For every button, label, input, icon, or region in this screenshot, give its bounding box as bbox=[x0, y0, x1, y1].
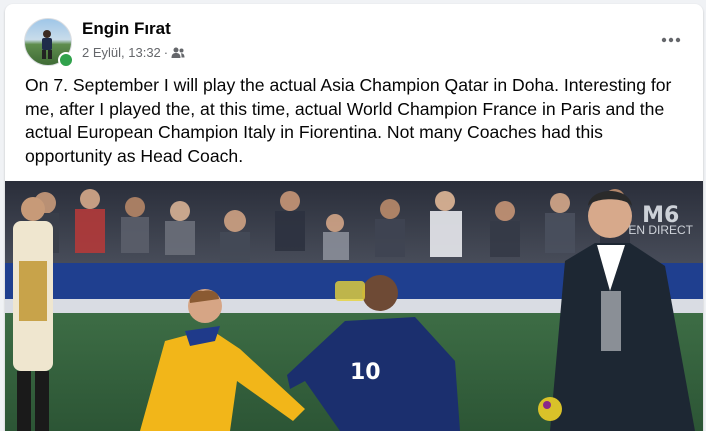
friends-icon[interactable] bbox=[171, 47, 185, 59]
football-match-image: 10 bbox=[5, 181, 703, 431]
online-status-dot bbox=[58, 52, 74, 68]
post-meta: 2 Eylül, 13:32 · bbox=[82, 45, 185, 60]
author-name[interactable]: Engin Fırat bbox=[82, 19, 171, 39]
broadcast-watermark: M6 EN DIRECT bbox=[628, 203, 693, 238]
post-timestamp[interactable]: 2 Eylül, 13:32 bbox=[82, 45, 161, 60]
post-body-text: On 7. September I will play the actual A… bbox=[25, 75, 672, 166]
meta-separator: · bbox=[163, 45, 169, 60]
channel-logo: M6 bbox=[642, 203, 680, 228]
jersey-number: 10 bbox=[350, 360, 381, 385]
avatar-person-figure bbox=[42, 30, 52, 59]
more-options-button[interactable] bbox=[653, 26, 689, 54]
more-options-icon bbox=[661, 37, 681, 43]
live-label: EN DIRECT bbox=[628, 223, 693, 237]
post-card: Engin Fırat 2 Eylül, 13:32 · On 7. Septe… bbox=[5, 4, 703, 431]
post-photo[interactable]: 10 M6 EN DIRECT bbox=[5, 181, 703, 431]
